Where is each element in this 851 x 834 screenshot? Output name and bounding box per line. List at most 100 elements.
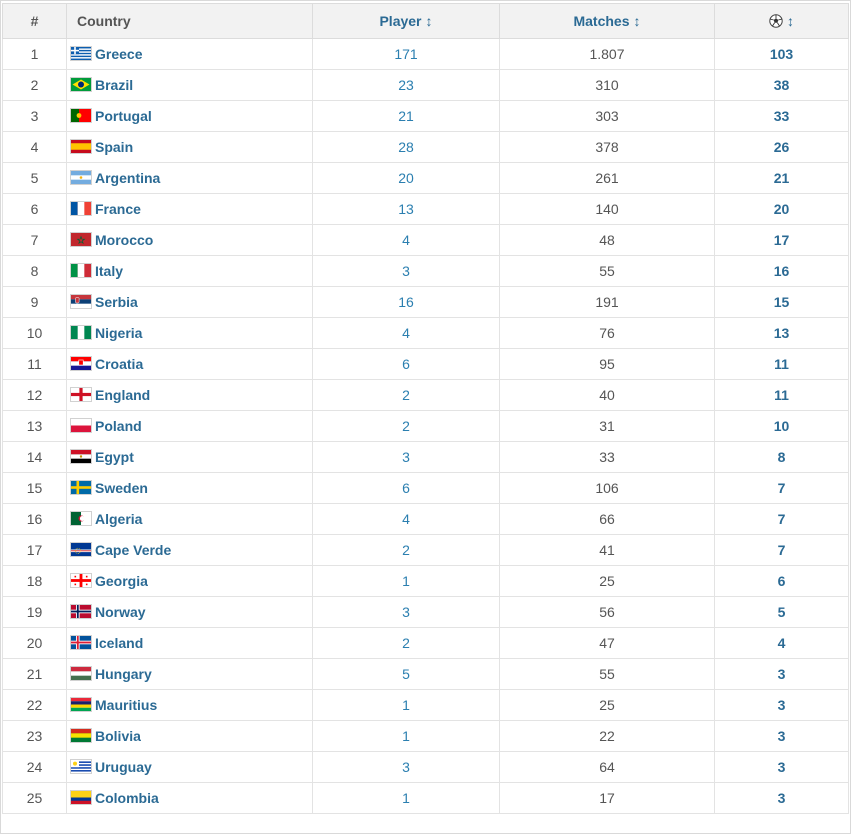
column-header-goals[interactable]: ↕	[714, 3, 849, 39]
country-link[interactable]: Poland	[95, 418, 142, 434]
matches-cell: 1.807	[499, 38, 715, 70]
matches-cell: 17	[499, 782, 715, 814]
goals-cell: 11	[714, 348, 849, 380]
country-cell: Portugal	[66, 100, 313, 132]
bolivia-flag-icon	[71, 729, 91, 742]
country-link[interactable]: Bolivia	[95, 728, 141, 744]
table-row: 14 Egypt 3 33 8	[2, 441, 849, 473]
rank-cell: 9	[2, 286, 67, 318]
column-header-rank: #	[2, 3, 67, 39]
country-link[interactable]: Croatia	[95, 356, 143, 372]
country-cell: England	[66, 379, 313, 411]
spain-flag-icon	[71, 140, 91, 153]
table-row: 6 France 13 140 20	[2, 193, 849, 225]
cape-verde-flag-icon	[71, 543, 91, 556]
goals-cell: 13	[714, 317, 849, 349]
country-link[interactable]: Cape Verde	[95, 542, 171, 558]
matches-cell: 22	[499, 720, 715, 752]
rank-cell: 14	[2, 441, 67, 473]
matches-cell: 310	[499, 69, 715, 101]
country-link[interactable]: Iceland	[95, 635, 143, 651]
country-link[interactable]: Morocco	[95, 232, 153, 248]
norway-flag-icon	[71, 605, 91, 618]
country-link[interactable]: Italy	[95, 263, 123, 279]
players-cell: 1	[312, 782, 500, 814]
rank-cell: 23	[2, 720, 67, 752]
matches-cell: 56	[499, 596, 715, 628]
country-link[interactable]: England	[95, 387, 150, 403]
country-link[interactable]: Egypt	[95, 449, 134, 465]
country-link[interactable]: Spain	[95, 139, 133, 155]
matches-cell: 55	[499, 658, 715, 690]
table-row: 11 Croatia 6 95 11	[2, 348, 849, 380]
column-header-matches[interactable]: Matches ↕	[499, 3, 715, 39]
players-cell: 5	[312, 658, 500, 690]
column-header-country: Country	[66, 3, 313, 39]
column-header-players-label: Player	[379, 13, 422, 29]
sort-arrows-icon: ↕	[425, 13, 433, 29]
country-link[interactable]: Uruguay	[95, 759, 152, 775]
country-link[interactable]: France	[95, 201, 141, 217]
table-row: 12 England 2 40 11	[2, 379, 849, 411]
country-link[interactable]: Algeria	[95, 511, 142, 527]
players-cell: 4	[312, 503, 500, 535]
country-link[interactable]: Mauritius	[95, 697, 157, 713]
matches-cell: 48	[499, 224, 715, 256]
goals-cell: 3	[714, 720, 849, 752]
egypt-flag-icon	[71, 450, 91, 463]
goals-cell: 16	[714, 255, 849, 287]
hungary-flag-icon	[71, 667, 91, 680]
country-cell: Colombia	[66, 782, 313, 814]
country-cell: Spain	[66, 131, 313, 163]
matches-cell: 261	[499, 162, 715, 194]
country-cell: Argentina	[66, 162, 313, 194]
country-link[interactable]: Hungary	[95, 666, 152, 682]
country-link[interactable]: Argentina	[95, 170, 160, 186]
players-cell: 23	[312, 69, 500, 101]
country-link[interactable]: Colombia	[95, 790, 159, 806]
table-row: 3 Portugal 21 303 33	[2, 100, 849, 132]
table-panel: # Country Player ↕ Matches ↕ ↕ 1 Greece 171 1…	[0, 0, 851, 834]
country-link[interactable]: Norway	[95, 604, 146, 620]
country-link[interactable]: Brazil	[95, 77, 133, 93]
country-link[interactable]: Sweden	[95, 480, 148, 496]
country-link[interactable]: Serbia	[95, 294, 138, 310]
matches-cell: 191	[499, 286, 715, 318]
portugal-flag-icon	[71, 109, 91, 122]
country-cell: Sweden	[66, 472, 313, 504]
greece-flag-icon	[71, 47, 91, 60]
players-cell: 2	[312, 534, 500, 566]
goals-cell: 15	[714, 286, 849, 318]
rank-cell: 18	[2, 565, 67, 597]
country-link[interactable]: Portugal	[95, 108, 152, 124]
nigeria-flag-icon	[71, 326, 91, 339]
rank-cell: 21	[2, 658, 67, 690]
table-row: 25 Colombia 1 17 3	[2, 782, 849, 814]
table-row: 7 Morocco 4 48 17	[2, 224, 849, 256]
rank-cell: 19	[2, 596, 67, 628]
country-link[interactable]: Nigeria	[95, 325, 142, 341]
table-header: # Country Player ↕ Matches ↕ ↕	[2, 3, 849, 39]
table-row: 17 Cape Verde 2 41 7	[2, 534, 849, 566]
matches-cell: 140	[499, 193, 715, 225]
rank-cell: 25	[2, 782, 67, 814]
soccer-ball-icon	[769, 14, 783, 28]
rank-cell: 17	[2, 534, 67, 566]
rank-cell: 5	[2, 162, 67, 194]
players-cell: 4	[312, 317, 500, 349]
country-cell: Brazil	[66, 69, 313, 101]
players-cell: 1	[312, 720, 500, 752]
table-row: 24 Uruguay 3 64 3	[2, 751, 849, 783]
goals-cell: 103	[714, 38, 849, 70]
players-cell: 16	[312, 286, 500, 318]
table-row: 18 Georgia 1 25 6	[2, 565, 849, 597]
country-link[interactable]: Georgia	[95, 573, 148, 589]
country-link[interactable]: Greece	[95, 46, 142, 62]
column-header-players[interactable]: Player ↕	[312, 3, 500, 39]
iceland-flag-icon	[71, 636, 91, 649]
matches-cell: 66	[499, 503, 715, 535]
goals-cell: 5	[714, 596, 849, 628]
country-cell: Cape Verde	[66, 534, 313, 566]
brazil-flag-icon	[71, 78, 91, 91]
matches-cell: 25	[499, 689, 715, 721]
